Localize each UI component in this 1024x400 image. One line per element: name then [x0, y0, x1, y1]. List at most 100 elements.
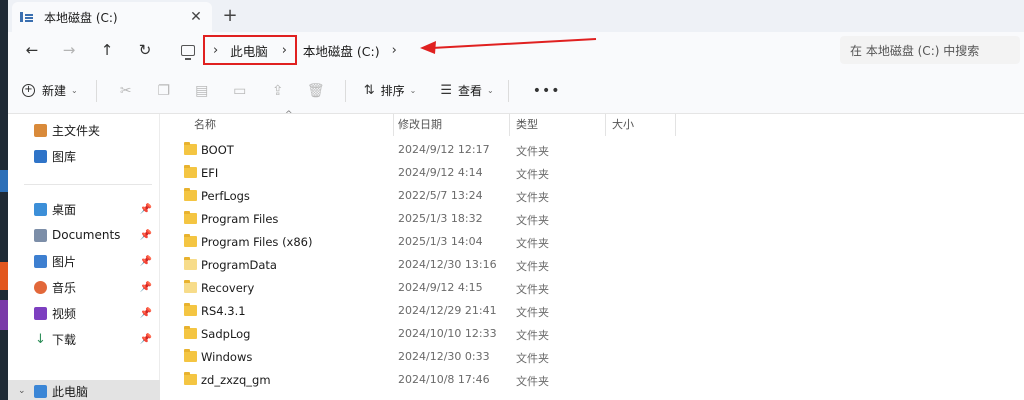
file-name: zd_zxzq_gm: [201, 373, 271, 387]
file-date: 2024/9/12 12:17: [398, 143, 490, 156]
forward-button[interactable]: →: [59, 40, 79, 60]
downloads-icon: ↓: [35, 331, 46, 347]
table-row[interactable]: Program Files (x86) 2025/1/3 14:04 文件夹: [168, 231, 1024, 254]
chevron-down-icon[interactable]: ⌄: [18, 386, 26, 396]
desktop-icon-fragment: [0, 170, 8, 192]
sidebar-item-label: 下载: [52, 332, 77, 347]
file-type: 文件夹: [516, 168, 549, 181]
column-header-date[interactable]: 修改日期: [392, 114, 510, 136]
pin-icon[interactable]: 📌: [140, 334, 152, 345]
file-name: Program Files: [201, 212, 279, 226]
folder-icon: [184, 349, 197, 362]
folder-icon: [184, 234, 197, 247]
file-type: 文件夹: [516, 283, 549, 296]
breadcrumb-this-pc[interactable]: 此电脑: [230, 41, 268, 60]
table-row[interactable]: BOOT 2024/9/12 12:17 文件夹: [168, 139, 1024, 162]
pin-icon[interactable]: 📌: [140, 282, 152, 293]
pin-icon[interactable]: 📌: [140, 230, 152, 241]
folder-icon: [184, 326, 197, 339]
annotation-arrow: [420, 38, 597, 54]
sidebar-item-pictures[interactable]: 图片 📌: [8, 249, 160, 273]
command-toolbar: + 新建 ⌄ ✂ ❐ ▤ ▭ ⇪ 🗑 ⇅ 排序 ⌄ ☰ 查看 ⌄ •••: [8, 68, 1024, 114]
table-row[interactable]: zd_zxzq_gm 2024/10/8 17:46 文件夹: [168, 369, 1024, 392]
tab-local-disk[interactable]: 本地磁盘 (C:) ✕: [12, 2, 212, 32]
pictures-icon: [34, 254, 47, 268]
pin-icon[interactable]: 📌: [140, 256, 152, 267]
sidebar-item-label: Documents: [52, 228, 121, 242]
delete-icon[interactable]: 🗑: [307, 82, 325, 100]
desktop-background-strip: [0, 0, 8, 400]
sort-button[interactable]: ⇅ 排序 ⌄: [364, 82, 417, 99]
file-date: 2024/9/12 4:14: [398, 166, 483, 179]
more-options-button[interactable]: •••: [533, 83, 561, 99]
breadcrumb-local-disk[interactable]: 本地磁盘 (C:): [303, 41, 380, 60]
sidebar-item-label: 主文件夹: [52, 123, 101, 138]
table-row[interactable]: EFI 2024/9/12 4:14 文件夹: [168, 162, 1024, 185]
file-type: 文件夹: [516, 191, 549, 204]
copy-icon[interactable]: ❐: [155, 82, 173, 100]
paste-icon[interactable]: ▤: [193, 82, 211, 100]
file-type: 文件夹: [516, 306, 549, 319]
sidebar-divider: [24, 184, 152, 185]
chevron-down-icon: ⌄: [71, 86, 78, 95]
desktop-icon-fragment: [0, 300, 8, 330]
toolbar-divider: [344, 79, 346, 102]
folder-icon: [184, 142, 197, 155]
pin-icon[interactable]: 📌: [140, 308, 152, 319]
tab-title: 本地磁盘 (C:): [44, 10, 118, 25]
new-tab-button[interactable]: +: [220, 6, 240, 26]
new-button[interactable]: + 新建 ⌄: [22, 82, 78, 99]
refresh-button[interactable]: ↻: [135, 40, 155, 60]
toolbar-divider: [507, 79, 509, 102]
search-input[interactable]: 在 本地磁盘 (C:) 中搜索: [840, 36, 1020, 64]
view-button[interactable]: ☰ 查看 ⌄: [440, 82, 493, 99]
sort-icon: ⇅: [363, 83, 375, 98]
sidebar-item-desktop[interactable]: 桌面 📌: [8, 197, 160, 221]
folder-icon: [184, 303, 197, 316]
rename-icon[interactable]: ▭: [231, 82, 249, 100]
home-icon: [34, 123, 47, 137]
navigation-pane: 主文件夹 图库 桌面 📌 Documents 📌 图片 📌 音乐 📌 视频 📌 …: [8, 114, 160, 400]
sidebar-item-downloads[interactable]: ↓ 下载 📌: [8, 327, 160, 351]
sidebar-item-music[interactable]: 音乐 📌: [8, 275, 160, 299]
sidebar-item-videos[interactable]: 视频 📌: [8, 301, 160, 325]
table-row[interactable]: ProgramData 2024/12/30 13:16 文件夹: [168, 254, 1024, 277]
table-row[interactable]: Program Files 2025/1/3 18:32 文件夹: [168, 208, 1024, 231]
back-button[interactable]: ←: [22, 40, 42, 60]
toolbar-divider: [95, 79, 97, 102]
sidebar-item-documents[interactable]: Documents 📌: [8, 223, 160, 247]
file-date: 2025/1/3 14:04: [398, 235, 483, 248]
table-row[interactable]: RS4.3.1 2024/12/29 21:41 文件夹: [168, 300, 1024, 323]
column-header-size[interactable]: 大小: [606, 114, 676, 136]
pin-icon[interactable]: 📌: [140, 204, 152, 215]
this-pc-icon: [34, 384, 47, 398]
file-name: EFI: [201, 166, 219, 180]
videos-icon: [34, 306, 47, 320]
table-row[interactable]: SadpLog 2024/10/10 12:33 文件夹: [168, 323, 1024, 346]
table-row[interactable]: Windows 2024/12/30 0:33 文件夹: [168, 346, 1024, 369]
close-icon[interactable]: ✕: [188, 9, 204, 25]
chevron-right-icon[interactable]: ›: [282, 43, 287, 58]
file-name: Windows: [201, 350, 253, 364]
music-icon: [34, 280, 47, 294]
table-row[interactable]: Recovery 2024/9/12 4:15 文件夹: [168, 277, 1024, 300]
chevron-right-icon[interactable]: ›: [213, 43, 218, 58]
share-icon[interactable]: ⇪: [269, 82, 287, 100]
file-name: Recovery: [201, 281, 255, 295]
cut-icon[interactable]: ✂: [117, 82, 135, 100]
column-header-type[interactable]: 类型: [510, 114, 606, 136]
table-row[interactable]: PerfLogs 2022/5/7 13:24 文件夹: [168, 185, 1024, 208]
sidebar-item-label: 图库: [52, 149, 77, 164]
file-date: 2024/10/8 17:46: [398, 373, 490, 386]
folder-icon: [184, 188, 197, 201]
sidebar-item-this-pc[interactable]: ⌄ 此电脑: [8, 380, 160, 400]
view-icon: ☰: [440, 83, 452, 98]
sidebar-item-home[interactable]: 主文件夹: [8, 118, 160, 142]
chevron-right-icon[interactable]: ›: [392, 43, 397, 58]
file-type: 文件夹: [516, 145, 549, 158]
sidebar-item-gallery[interactable]: 图库: [8, 144, 160, 168]
file-date: 2024/10/10 12:33: [398, 327, 497, 340]
up-button[interactable]: ↑: [97, 40, 117, 60]
file-type: 文件夹: [516, 214, 549, 227]
desktop-icon-fragment: [0, 262, 8, 290]
